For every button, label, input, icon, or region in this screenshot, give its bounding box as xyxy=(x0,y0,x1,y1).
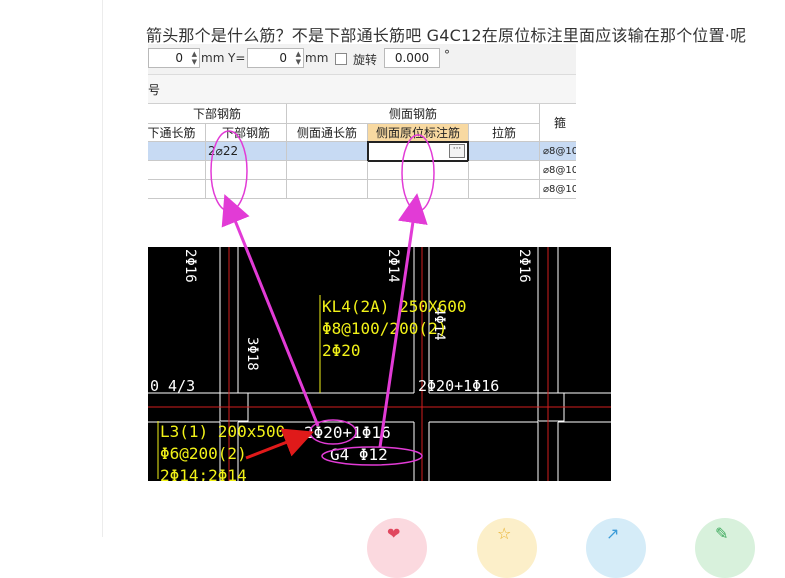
reply-icon: ✎ xyxy=(715,524,729,543)
share-icon: ↗ xyxy=(606,524,620,543)
highlight-bottom-rebar-ellipse xyxy=(210,130,248,212)
share-button[interactable]: ↗ xyxy=(586,518,646,578)
heart-icon: ❤ xyxy=(387,524,401,543)
arrow-to-side-original xyxy=(378,193,428,448)
highlight-g4-ellipse xyxy=(321,446,423,466)
arrow-to-bottom-rebar xyxy=(221,194,320,427)
reply-button[interactable]: ✎ xyxy=(695,518,755,578)
favorite-button[interactable]: ☆ xyxy=(477,518,537,578)
markup-overlay xyxy=(210,130,435,466)
star-icon: ☆ xyxy=(497,524,512,543)
like-button[interactable]: ❤ xyxy=(367,518,427,578)
highlight-side-original-ellipse xyxy=(401,134,435,212)
red-arrow-to-bars xyxy=(245,428,314,460)
